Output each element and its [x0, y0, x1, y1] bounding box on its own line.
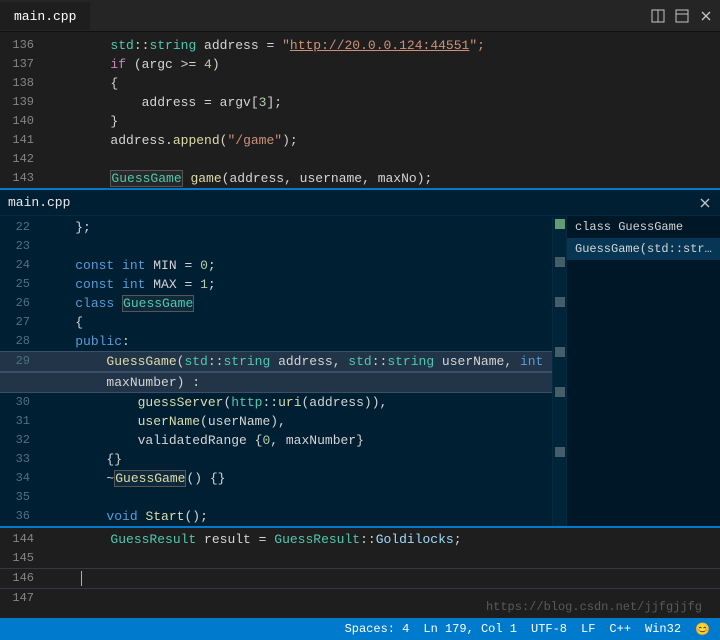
status-language[interactable]: C++ [609, 622, 631, 636]
status-bar: Spaces: 4 Ln 179, Col 1 UTF-8 LF C++ Win… [0, 618, 720, 640]
status-eol[interactable]: LF [581, 622, 595, 636]
line-number: 140 [0, 112, 48, 131]
peek-minimap[interactable] [552, 217, 566, 526]
symbol-guessgame[interactable]: GuessGame [110, 170, 182, 187]
peek-header: main.cpp [0, 190, 720, 216]
peek-editor[interactable]: 22 }; 23 24 const int MIN = 0; 25 const … [0, 216, 566, 526]
status-platform[interactable]: Win32 [645, 622, 681, 636]
line-number: 138 [0, 74, 48, 93]
editor-top[interactable]: 136 std::string address = "http://20.0.0… [0, 32, 720, 188]
line-number: 142 [0, 150, 48, 169]
split-editor-icon[interactable] [650, 8, 666, 24]
line-number: 143 [0, 169, 48, 188]
line-number: 137 [0, 55, 48, 74]
status-line-col[interactable]: Ln 179, Col 1 [423, 622, 517, 636]
text-cursor [81, 571, 82, 586]
line-number: 139 [0, 93, 48, 112]
line-number: 136 [0, 36, 48, 55]
tab-main-cpp[interactable]: main.cpp [0, 2, 90, 30]
peek-side-item[interactable]: GuessGame(std::str... [567, 238, 720, 260]
status-spaces[interactable]: Spaces: 4 [345, 622, 410, 636]
peek-view: main.cpp 22 }; 23 24 const int MIN = 0; … [0, 188, 720, 528]
peek-reference-list: class GuessGame GuessGame(std::str... [566, 216, 720, 526]
peek-side-item[interactable]: class GuessGame [567, 216, 720, 238]
more-actions-icon[interactable] [674, 8, 690, 24]
editor-tab-bar: main.cpp [0, 0, 720, 32]
close-icon[interactable] [698, 8, 714, 24]
line-number: 141 [0, 131, 48, 150]
editor-bottom[interactable]: 144 GuessResult result = GuessResult::Go… [0, 528, 720, 608]
status-feedback-icon[interactable]: 😊 [695, 622, 710, 637]
status-encoding[interactable]: UTF-8 [531, 622, 567, 636]
close-icon[interactable] [694, 192, 716, 214]
peek-title: main.cpp [8, 195, 70, 210]
tab-label: main.cpp [14, 9, 76, 24]
